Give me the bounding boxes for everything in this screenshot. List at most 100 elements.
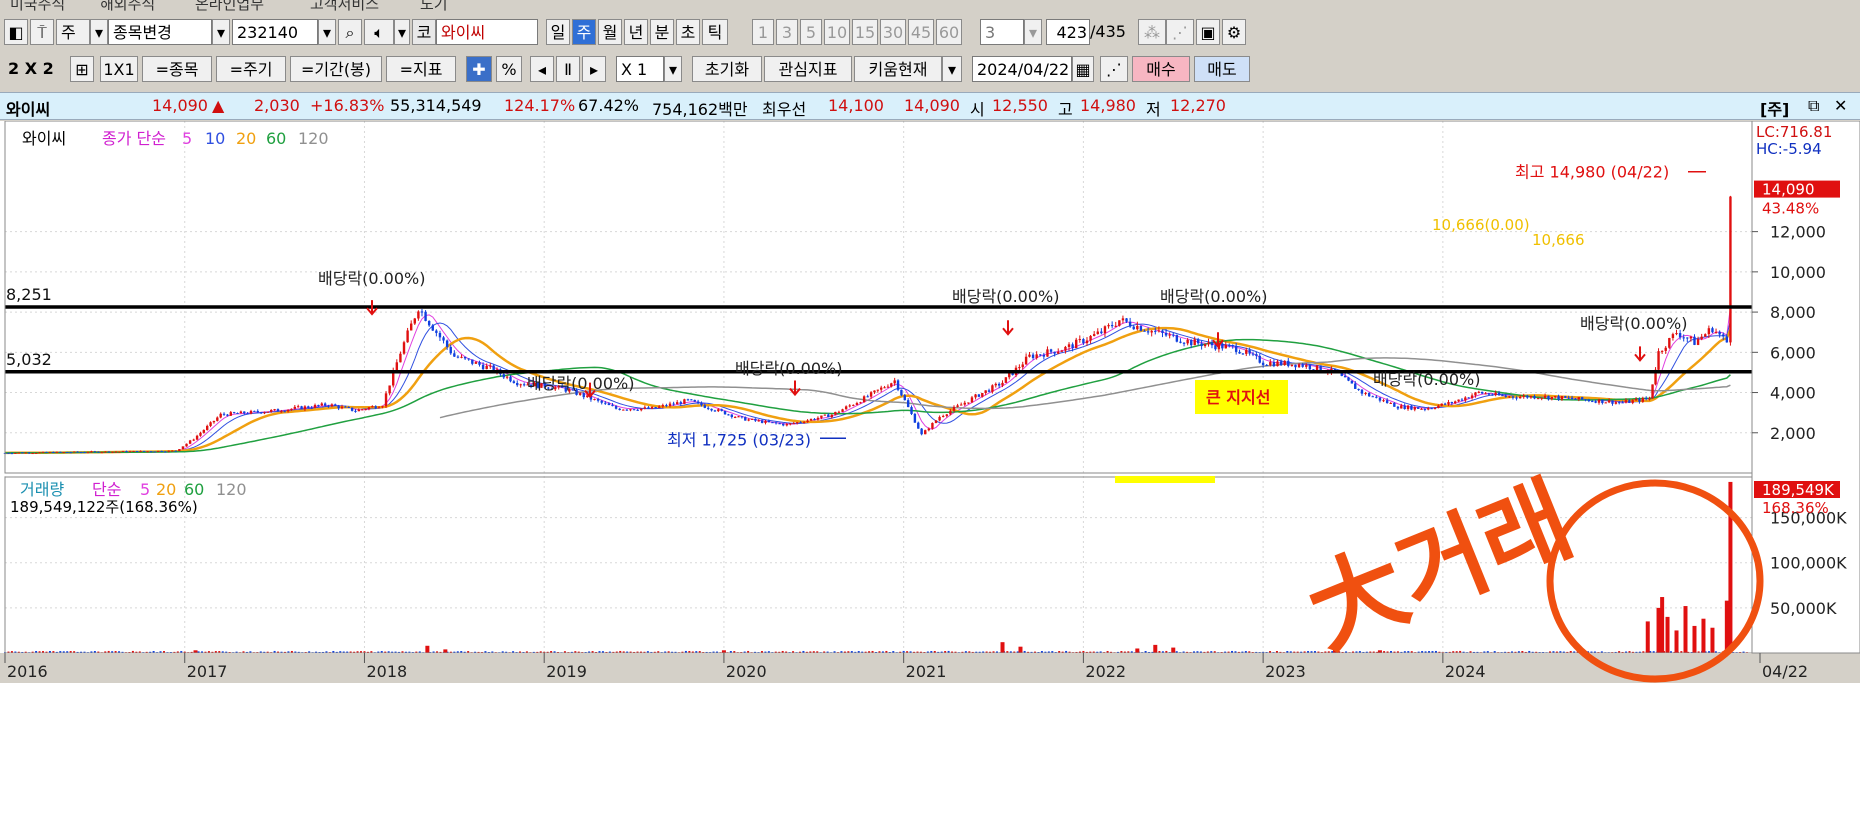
page-current[interactable]: 423 xyxy=(1046,19,1090,45)
candle-body xyxy=(693,399,696,402)
pause-icon[interactable]: Ⅱ xyxy=(556,56,580,82)
open-label: 시 xyxy=(970,100,985,119)
same-stock-button[interactable]: =종목 xyxy=(142,56,212,82)
save-icon[interactable]: ▣ xyxy=(1196,19,1220,45)
volume-summary: 189,549,122주(168.36%) xyxy=(10,498,198,516)
calendar-icon[interactable]: ▦ xyxy=(1072,56,1094,82)
trend-icon[interactable]: ⋰ xyxy=(1100,56,1128,82)
menu-online[interactable]: 온라인업무 xyxy=(195,0,264,14)
chevron-down-icon[interactable]: ▾ xyxy=(394,19,410,45)
candle-body xyxy=(984,390,987,393)
count-select[interactable]: 3 xyxy=(980,19,1024,45)
toolbar-layout: 2 X 2 ⊞ 1X1 =종목 =주기 =기간(봉) =지표 ✚ % ◂ Ⅱ ▸… xyxy=(0,53,1860,87)
candle-body xyxy=(27,452,31,454)
candle-body xyxy=(981,392,984,397)
candle-body xyxy=(792,423,795,425)
y-tick-label: 2,000 xyxy=(1770,424,1816,443)
step-1[interactable]: 1 xyxy=(752,19,774,45)
candle-icon[interactable]: ⁂ xyxy=(1138,19,1166,45)
layout-1x1-button[interactable]: 1X1 xyxy=(100,56,138,82)
date-input[interactable]: 2024/04/22 xyxy=(972,56,1072,82)
candle-body xyxy=(1664,347,1667,351)
candle-body xyxy=(1594,401,1597,403)
candle-body xyxy=(1248,350,1251,354)
change-stock-field[interactable]: 종목변경 xyxy=(108,19,212,45)
menu-overseas-stock[interactable]: 해외주식 xyxy=(100,0,155,14)
step-45[interactable]: 45 xyxy=(908,19,934,45)
candle-body xyxy=(1118,320,1121,326)
search-icon[interactable]: ⌕ xyxy=(338,19,362,45)
chevron-down-icon[interactable]: ▾ xyxy=(318,19,336,45)
candle-body xyxy=(1427,408,1430,410)
stock-code-input[interactable]: 232140 xyxy=(232,19,318,45)
candle-body xyxy=(249,410,253,414)
candle-body xyxy=(707,407,710,409)
layout-icon[interactable]: ◧ xyxy=(4,19,28,45)
candle-body xyxy=(717,409,720,412)
pin-icon[interactable]: ⍑ xyxy=(30,19,54,45)
period-year[interactable]: 년 xyxy=(624,19,648,45)
candle-body xyxy=(844,406,848,410)
stock-name-field[interactable]: 와이씨 xyxy=(436,19,538,45)
period-second[interactable]: 초 xyxy=(676,19,700,45)
next-icon[interactable]: ▸ xyxy=(582,56,606,82)
candle-body xyxy=(774,422,778,424)
menu-us-stock[interactable]: 미국주식 xyxy=(10,0,65,14)
grid-icon[interactable]: ⊞ xyxy=(70,56,94,82)
candle-body xyxy=(435,330,438,333)
percent-button[interactable]: % xyxy=(496,56,522,82)
candle-body xyxy=(114,451,118,453)
candle-body xyxy=(1279,361,1283,365)
candle-body xyxy=(259,412,263,414)
multiplier-select[interactable]: X 1 xyxy=(616,56,664,82)
chevron-down-icon[interactable]: ▾ xyxy=(1024,19,1042,45)
candle-body xyxy=(700,402,703,406)
menu-customer[interactable]: 고객서비스 xyxy=(310,0,379,14)
period-minute[interactable]: 분 xyxy=(650,19,674,45)
chevron-down-icon[interactable]: ▾ xyxy=(212,19,230,45)
menu-help[interactable]: 도기 xyxy=(420,0,448,14)
period-day[interactable]: 일 xyxy=(546,19,570,45)
candle-body xyxy=(327,405,330,407)
period-tick[interactable]: 틱 xyxy=(702,19,728,45)
buy-button[interactable]: 매수 xyxy=(1132,56,1190,82)
jung-label: [주] xyxy=(1760,100,1790,119)
sell-button[interactable]: 매도 xyxy=(1194,56,1250,82)
candle-body xyxy=(710,408,713,411)
same-range-button[interactable]: =기간(봉) xyxy=(290,56,382,82)
chevron-down-icon[interactable]: ▾ xyxy=(90,19,108,45)
stock-chart[interactable]: 8,2515,032 2016 2017 2018 2019 2020 2021 2022 2… xyxy=(0,121,1860,822)
layout-label[interactable]: 2 X 2 xyxy=(8,56,54,82)
step-5[interactable]: 5 xyxy=(800,19,822,45)
watch-indicator-button[interactable]: 관심지표 xyxy=(764,56,852,82)
reset-button[interactable]: 초기화 xyxy=(692,56,762,82)
step-60[interactable]: 60 xyxy=(936,19,962,45)
volume-bar xyxy=(425,645,430,653)
close-icon[interactable]: ✕ xyxy=(1834,96,1847,115)
kiwoom-now-button[interactable]: 키움현재 xyxy=(854,56,942,82)
same-indicator-button[interactable]: =지표 xyxy=(386,56,456,82)
candle-body xyxy=(337,405,340,409)
candle-body xyxy=(1644,397,1648,399)
restore-icon[interactable]: ⧉ xyxy=(1808,96,1819,116)
candle-body xyxy=(987,390,991,392)
step-15[interactable]: 15 xyxy=(852,19,878,45)
candle-body xyxy=(1430,408,1433,410)
step-10[interactable]: 10 xyxy=(824,19,850,45)
candle-body xyxy=(384,393,388,407)
candle-body xyxy=(1128,321,1132,327)
gear-icon[interactable]: ⚙ xyxy=(1222,19,1246,45)
chevron-down-icon[interactable]: ▾ xyxy=(942,56,962,82)
period-week[interactable]: 주 xyxy=(572,19,596,45)
speaker-icon[interactable]: 🔈︎ xyxy=(364,19,394,45)
trend-icon[interactable]: ⋰ xyxy=(1166,19,1194,45)
period-unit-select[interactable]: 주 xyxy=(56,19,90,45)
period-month[interactable]: 월 xyxy=(598,19,622,45)
same-period-button[interactable]: =주기 xyxy=(216,56,286,82)
move-icon[interactable]: ✚ xyxy=(466,56,492,82)
prev-icon[interactable]: ◂ xyxy=(530,56,554,82)
step-30[interactable]: 30 xyxy=(880,19,906,45)
step-3[interactable]: 3 xyxy=(776,19,798,45)
candle-body xyxy=(789,423,792,425)
chevron-down-icon[interactable]: ▾ xyxy=(664,56,682,82)
